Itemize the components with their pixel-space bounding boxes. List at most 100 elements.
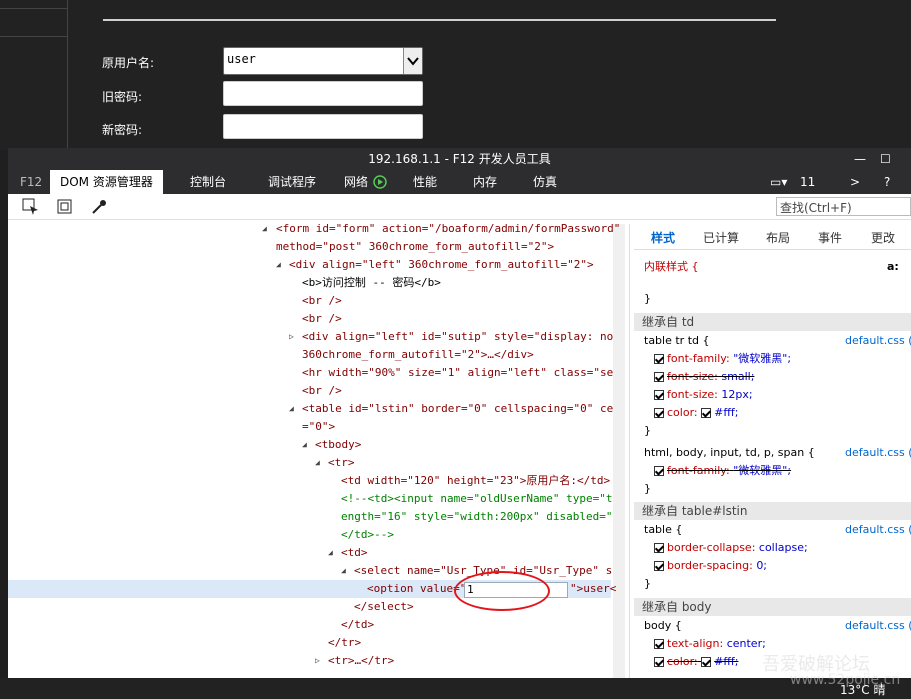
tab-debugger[interactable]: 调试程序 — [258, 170, 326, 194]
dom-node[interactable]: <div align="left" 360chrome_form_autofil… — [289, 256, 594, 274]
rule-selector[interactable]: body { — [644, 617, 682, 635]
tab-memory[interactable]: 内存 — [463, 170, 507, 194]
devtools-titlebar: 192.168.1.1 - F12 开发人员工具 — ☐ — [8, 148, 911, 170]
rule-selector[interactable]: table tr td { — [644, 332, 709, 350]
style-prop[interactable]: font-family: "微软雅黑"; — [654, 350, 791, 368]
dom-node[interactable]: <tr> — [328, 454, 355, 472]
color-swatch[interactable] — [701, 657, 712, 667]
dom-node[interactable]: <form id="form" action="/boaform/admin/f… — [276, 224, 620, 238]
css-file-link[interactable]: default.css (2 — [845, 617, 911, 635]
dom-node[interactable]: </td> — [341, 616, 374, 634]
dom-node[interactable]: <br /> — [302, 382, 342, 400]
tab-f12[interactable]: F12 — [10, 170, 52, 194]
old-username-label: 原用户名: — [102, 56, 155, 70]
dom-node[interactable]: <div align="left" id="sutip" style="disp… — [302, 328, 613, 346]
styles-tabs: 样式 已计算 布局 事件 更改 — [634, 224, 911, 250]
old-password-label: 旧密码: — [102, 90, 143, 104]
dom-node[interactable]: <td> — [341, 544, 368, 562]
new-password-label: 新密码: — [102, 123, 143, 137]
old-username-select[interactable]: user — [223, 47, 423, 75]
dom-node[interactable]: </tr> — [328, 634, 361, 652]
dom-node[interactable]: <br /> — [302, 310, 342, 328]
tab-dom-explorer[interactable]: DOM 资源管理器 — [50, 170, 163, 194]
taskbar: 13°C 晴 — [0, 678, 911, 699]
dom-node[interactable]: ">user< — [570, 580, 616, 598]
tab-changes[interactable]: 更改 — [871, 229, 895, 246]
find-input[interactable]: 查找(Ctrl+F) — [776, 197, 911, 216]
dom-comment[interactable]: </td>--> — [341, 526, 394, 544]
expand-triangle[interactable]: ◢ — [341, 566, 349, 575]
inherit-header-td[interactable]: 继承自 td — [634, 313, 911, 331]
inherit-header-body[interactable]: 继承自 body — [634, 598, 911, 616]
style-prop[interactable]: font-size: 12px; — [654, 386, 753, 404]
red-annotation-circle — [454, 571, 550, 611]
dom-node[interactable]: <b>访问控制 -- 密码</b> — [302, 274, 441, 292]
tab-emulation[interactable]: 仿真 — [523, 170, 567, 194]
expand-triangle[interactable]: ◢ — [315, 458, 323, 467]
dom-toolbar: 查找(Ctrl+F) — [8, 194, 911, 220]
old-password-field[interactable] — [223, 81, 423, 106]
dom-scrollbar[interactable] — [613, 224, 625, 678]
style-prop[interactable]: font-family: "微软雅黑"; — [654, 462, 791, 480]
highlight-icon[interactable] — [56, 198, 74, 216]
rule-close: } — [644, 482, 651, 495]
help-icon[interactable]: ? — [874, 170, 900, 194]
style-prop[interactable]: color: #fff; — [654, 404, 738, 422]
dom-node[interactable]: <tbody> — [315, 436, 361, 454]
dom-comment[interactable]: ength="16" style="width:200px" disabled=… — [341, 508, 613, 526]
dom-node[interactable]: </select> — [354, 598, 414, 616]
dom-node[interactable]: 360chrome_form_autofill="2">…</div> — [302, 346, 534, 364]
expand-triangle[interactable]: ◢ — [289, 404, 297, 413]
dom-node[interactable]: <tr>…</tr> — [328, 652, 394, 670]
tab-console[interactable]: 控制台 — [180, 170, 236, 194]
dom-node-selected[interactable]: <option value=" — [367, 580, 466, 598]
collapse-triangle[interactable]: ▷ — [315, 656, 323, 665]
tab-events[interactable]: 事件 — [818, 229, 842, 246]
style-prop[interactable]: color: #fff; — [654, 653, 738, 671]
rule-selector[interactable]: table { — [644, 521, 682, 539]
style-prop[interactable]: border-spacing: 0; — [654, 557, 767, 575]
color-swatch[interactable] — [701, 408, 712, 418]
console-icon[interactable]: > — [840, 170, 870, 194]
tab-styles[interactable]: 样式 — [651, 229, 675, 246]
new-password-field[interactable] — [223, 114, 423, 139]
style-prop[interactable]: text-align: center; — [654, 635, 766, 653]
play-icon[interactable] — [373, 170, 387, 194]
dom-comment[interactable]: <!--<td><input name="oldUserName" type="… — [341, 490, 613, 508]
style-prop[interactable]: font-size: small; — [654, 368, 754, 386]
tab-layout[interactable]: 布局 — [766, 229, 790, 246]
dom-node[interactable]: <td width="120" height="23">原用户名:</td> — [341, 472, 610, 490]
color-picker-icon[interactable] — [90, 198, 108, 216]
css-file-link[interactable]: default.css (1 — [845, 444, 911, 462]
devtools-tabs: F12 DOM 资源管理器 控制台 调试程序 网络 性能 内存 仿真 ▭▾ 11… — [8, 170, 911, 194]
font-size-icon[interactable]: a: — [887, 258, 899, 276]
style-prop[interactable]: border-collapse: collapse; — [654, 539, 808, 557]
maximize-icon[interactable]: ☐ — [880, 148, 891, 170]
dom-node[interactable]: <br /> — [302, 292, 342, 310]
collapse-triangle[interactable]: ▷ — [289, 332, 297, 341]
dom-node[interactable]: <table id="lstin" border="0" cellspacing… — [302, 400, 613, 418]
inherit-header-table[interactable]: 继承自 table#lstin — [634, 502, 911, 520]
inline-style-rule[interactable]: 内联样式 { — [644, 258, 699, 276]
dom-node[interactable]: ="0"> — [302, 418, 335, 436]
dom-node[interactable]: <hr width="90%" size="1" align="left" cl… — [302, 364, 613, 382]
dom-tree-panel: ◢ <form id="form" action="/boaform/admin… — [8, 224, 630, 678]
css-file-link[interactable]: default.css (3 — [845, 521, 911, 539]
expand-triangle[interactable]: ◢ — [302, 440, 310, 449]
tab-performance[interactable]: 性能 — [403, 170, 447, 194]
tab-network[interactable]: 网络 — [334, 170, 378, 194]
minimize-icon[interactable]: — — [854, 148, 866, 170]
expand-triangle[interactable]: ◢ — [328, 548, 336, 557]
chevron-down-icon[interactable] — [403, 48, 422, 74]
tab-computed[interactable]: 已计算 — [703, 229, 739, 246]
select-value: user — [227, 52, 256, 66]
select-element-icon[interactable] — [22, 198, 40, 216]
watermark-url: www.52pojie.cn — [790, 672, 901, 688]
rule-selector[interactable]: html, body, input, td, p, span { — [644, 444, 815, 462]
window-title: 192.168.1.1 - F12 开发人员工具 — [368, 152, 551, 166]
css-file-link[interactable]: default.css (4 — [845, 332, 911, 350]
expand-triangle[interactable]: ◢ — [276, 260, 284, 269]
expand-triangle[interactable]: ◢ — [262, 224, 270, 233]
dom-node[interactable]: method="post" 360chrome_form_autofill="2… — [276, 238, 554, 256]
emulation-count: 11 — [800, 175, 816, 189]
